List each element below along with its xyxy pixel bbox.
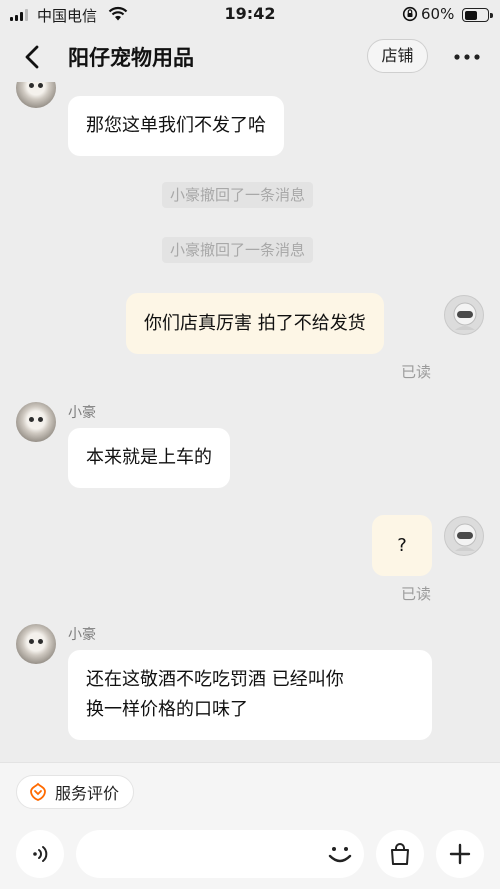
rotation-lock-icon	[402, 6, 418, 22]
shopping-bag-button[interactable]	[376, 830, 424, 878]
battery-icon	[462, 8, 493, 22]
shop-button[interactable]: 店铺	[367, 39, 428, 73]
more-horizontal-icon[interactable]	[450, 42, 484, 72]
avatar[interactable]	[16, 624, 56, 664]
sender-name: 小豪	[68, 405, 96, 421]
nav-bar: 阳仔宠物用品 店铺	[0, 30, 500, 82]
voice-icon	[33, 846, 48, 862]
avatar[interactable]	[16, 82, 56, 108]
flower-badge-icon	[30, 782, 46, 801]
chevron-left-icon[interactable]	[18, 42, 48, 72]
message-bubble-received[interactable]: 那您这单我们不发了哈	[68, 96, 284, 156]
service-rating-button[interactable]: 服务评价	[16, 775, 135, 809]
service-rating-label: 服务评价	[55, 784, 120, 803]
avatar[interactable]	[16, 402, 56, 442]
message-bubble-sent[interactable]: 你们店真厉害 拍了不给发货	[126, 293, 384, 354]
avatar[interactable]	[444, 295, 484, 335]
battery-percent: 60%	[421, 5, 455, 23]
plus-button[interactable]	[436, 830, 484, 878]
read-status: 已读	[401, 363, 432, 381]
composer-area: 服务评价	[0, 762, 500, 889]
shopping-bag-icon	[391, 843, 409, 865]
recall-notice: 小豪撤回了一条消息	[162, 182, 314, 208]
message-line: 换一样价格的口味了	[86, 699, 248, 720]
message-bubble-received[interactable]: 还在这敬酒不吃吃罚酒 已经叫你 换一样价格的口味了	[68, 650, 432, 740]
read-status: 已读	[401, 585, 432, 603]
message-bubble-sent[interactable]: ?	[372, 515, 432, 576]
chat-area[interactable]: 那您这单我们不发了哈 小豪撤回了一条消息 小豪撤回了一条消息 你们店真厉害 拍了…	[0, 82, 500, 762]
recall-notice: 小豪撤回了一条消息	[162, 237, 314, 263]
robot-avatar-icon	[453, 523, 477, 551]
status-bar: 中国电信 19:42 60%	[0, 0, 500, 30]
message-input[interactable]	[76, 830, 364, 878]
page-title: 阳仔宠物用品	[68, 46, 194, 70]
voice-button[interactable]	[16, 830, 64, 878]
robot-avatar-icon	[453, 302, 477, 330]
sender-name: 小豪	[68, 627, 96, 643]
message-line: 还在这敬酒不吃吃罚酒 已经叫你	[86, 669, 344, 690]
plus-icon	[449, 843, 471, 865]
message-bubble-received[interactable]: 本来就是上车的	[68, 428, 230, 488]
avatar[interactable]	[444, 516, 484, 556]
smile-icon[interactable]	[326, 843, 354, 867]
